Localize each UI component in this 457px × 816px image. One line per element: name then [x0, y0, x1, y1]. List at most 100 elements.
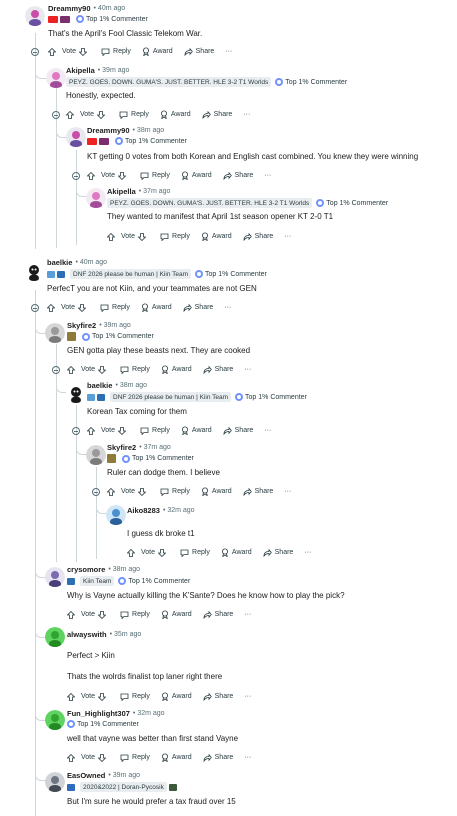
upvote-icon[interactable]	[67, 610, 75, 619]
downvote-icon[interactable]	[79, 47, 88, 56]
username[interactable]: Fun_Highlight307	[67, 709, 130, 718]
avatar[interactable]	[45, 710, 65, 730]
avatar[interactable]	[86, 188, 106, 208]
reply-button[interactable]: Reply	[180, 549, 210, 557]
username[interactable]: baelkie	[47, 258, 72, 267]
timestamp[interactable]: • 37m ago	[139, 444, 171, 451]
thread-line[interactable]	[76, 150, 77, 245]
more-options-button[interactable]: ···	[243, 111, 250, 118]
share-button[interactable]: Share	[243, 487, 273, 496]
avatar[interactable]	[45, 567, 65, 587]
thread-line[interactable]	[35, 290, 36, 816]
username[interactable]: Skyfire2	[107, 443, 136, 452]
avatar[interactable]	[45, 323, 65, 343]
timestamp[interactable]: • 39m ago	[108, 772, 140, 779]
upvote-icon[interactable]	[127, 548, 135, 557]
timestamp[interactable]: • 39m ago	[99, 322, 131, 329]
timestamp[interactable]: • 40m ago	[75, 259, 107, 266]
downvote-icon[interactable]	[158, 548, 167, 557]
upvote-icon[interactable]	[107, 487, 115, 496]
award-button[interactable]: Award	[141, 303, 172, 312]
timestamp[interactable]: • 40m ago	[94, 5, 126, 12]
award-button[interactable]: Award	[161, 692, 192, 701]
upvote-icon[interactable]	[87, 171, 95, 180]
username[interactable]: Skyfire2	[67, 321, 96, 330]
username[interactable]: Aiko8283	[127, 506, 160, 515]
upvote-icon[interactable]	[67, 753, 75, 762]
downvote-icon[interactable]	[118, 171, 127, 180]
share-button[interactable]: Share	[223, 171, 253, 180]
timestamp[interactable]: • 38m ago	[115, 382, 147, 389]
upvote-icon[interactable]	[47, 303, 55, 312]
avatar[interactable]	[45, 627, 65, 647]
more-options-button[interactable]: ···	[264, 172, 271, 179]
thread-line[interactable]	[96, 467, 97, 559]
award-button[interactable]: Award	[181, 171, 212, 180]
collapse-thread-button[interactable]	[52, 366, 60, 374]
more-options-button[interactable]: ···	[244, 754, 251, 761]
more-options-button[interactable]: ···	[284, 488, 291, 495]
downvote-icon[interactable]	[98, 753, 107, 762]
upvote-icon[interactable]	[48, 47, 56, 56]
upvote-icon[interactable]	[107, 232, 115, 241]
share-button[interactable]: Share	[203, 753, 233, 762]
avatar[interactable]	[45, 772, 65, 792]
timestamp[interactable]: • 35m ago	[110, 631, 142, 638]
more-options-button[interactable]: ···	[225, 48, 232, 55]
reply-button[interactable]: Reply	[160, 233, 190, 241]
timestamp[interactable]: • 37m ago	[139, 188, 171, 195]
award-button[interactable]: Award	[201, 232, 232, 241]
reply-button[interactable]: Reply	[120, 366, 150, 374]
downvote-icon[interactable]	[98, 692, 107, 701]
share-button[interactable]: Share	[203, 365, 233, 374]
downvote-icon[interactable]	[78, 303, 87, 312]
timestamp[interactable]: • 32m ago	[163, 507, 195, 514]
avatar[interactable]	[66, 127, 86, 147]
username[interactable]: crysomore	[67, 565, 105, 574]
award-button[interactable]: Award	[201, 487, 232, 496]
downvote-icon[interactable]	[138, 232, 147, 241]
avatar[interactable]	[66, 383, 86, 403]
username[interactable]: EasOwned	[67, 771, 105, 780]
share-button[interactable]: Share	[243, 232, 273, 241]
timestamp[interactable]: • 38m ago	[108, 566, 140, 573]
share-button[interactable]: Share	[202, 110, 232, 119]
share-button[interactable]: Share	[263, 548, 293, 557]
avatar[interactable]	[24, 261, 44, 281]
share-button[interactable]: Share	[203, 692, 233, 701]
collapse-thread-button[interactable]	[72, 172, 80, 180]
share-button[interactable]: Share	[203, 610, 233, 619]
more-options-button[interactable]: ···	[224, 304, 231, 311]
collapse-thread-button[interactable]	[92, 488, 100, 496]
reply-button[interactable]: Reply	[120, 611, 150, 619]
username[interactable]: Akipella	[107, 187, 136, 196]
upvote-icon[interactable]	[87, 426, 95, 435]
timestamp[interactable]: • 32m ago	[133, 710, 165, 717]
downvote-icon[interactable]	[98, 610, 107, 619]
downvote-icon[interactable]	[98, 365, 107, 374]
reply-button[interactable]: Reply	[160, 488, 190, 496]
downvote-icon[interactable]	[97, 110, 106, 119]
upvote-icon[interactable]	[67, 692, 75, 701]
share-button[interactable]: Share	[184, 47, 214, 56]
collapse-thread-button[interactable]	[31, 304, 39, 312]
award-button[interactable]: Award	[161, 610, 192, 619]
username[interactable]: Dreammy90	[87, 126, 130, 135]
username[interactable]: Akipella	[66, 66, 95, 75]
more-options-button[interactable]: ···	[304, 549, 311, 556]
more-options-button[interactable]: ···	[264, 427, 271, 434]
avatar[interactable]	[106, 505, 126, 525]
avatar[interactable]	[25, 6, 45, 26]
downvote-icon[interactable]	[118, 426, 127, 435]
collapse-thread-button[interactable]	[72, 427, 80, 435]
reply-button[interactable]: Reply	[120, 693, 150, 701]
reply-button[interactable]: Reply	[100, 304, 130, 312]
more-options-button[interactable]: ···	[244, 366, 251, 373]
award-button[interactable]: Award	[161, 753, 192, 762]
reply-button[interactable]: Reply	[119, 111, 149, 119]
upvote-icon[interactable]	[67, 365, 75, 374]
username[interactable]: alwayswith	[67, 630, 107, 639]
timestamp[interactable]: • 39m ago	[98, 67, 130, 74]
reply-button[interactable]: Reply	[120, 754, 150, 762]
avatar[interactable]	[86, 445, 106, 465]
